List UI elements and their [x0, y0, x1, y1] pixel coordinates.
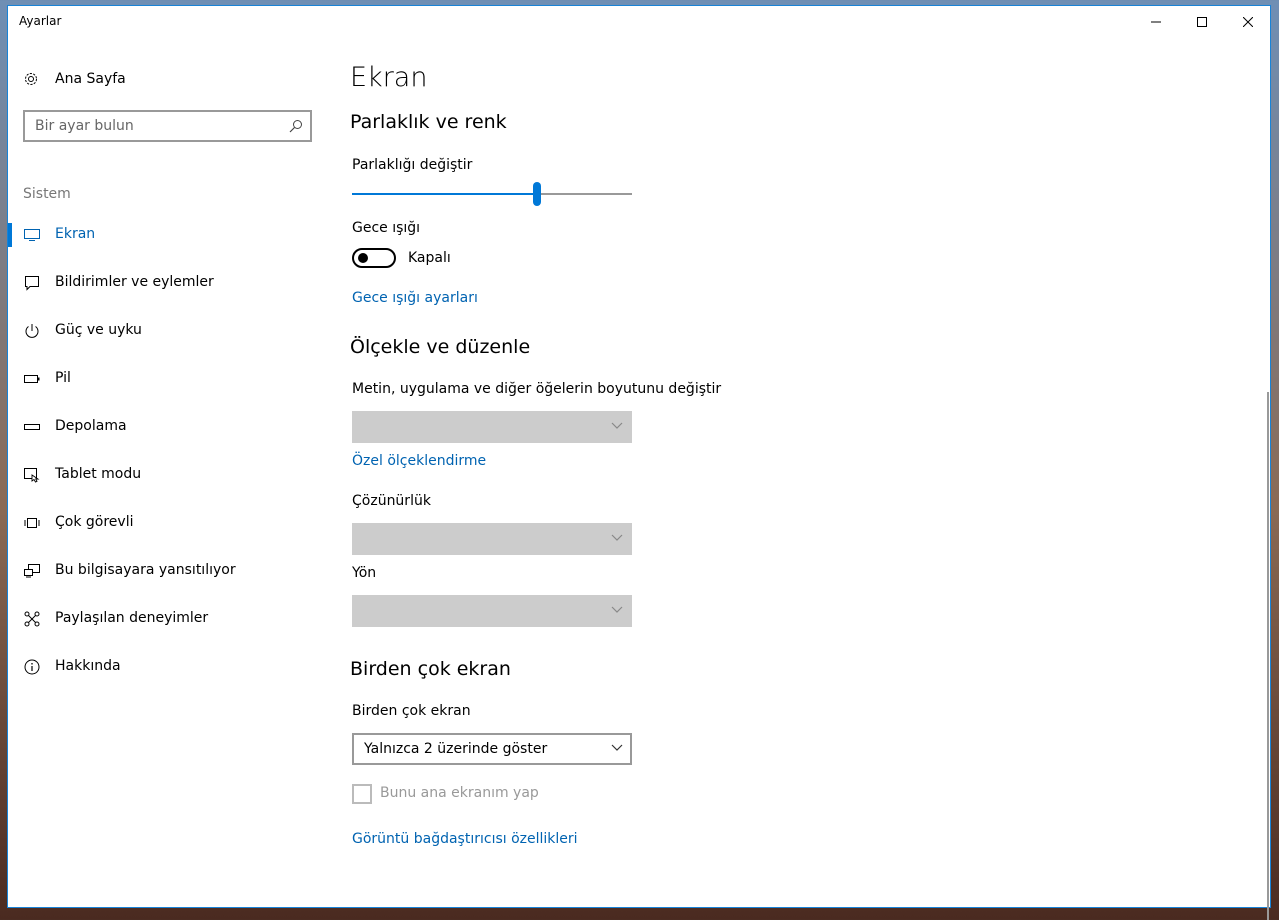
sidebar-item-label: Bu bilgisayara yansıtılıyor [55, 562, 236, 578]
sidebar-item-tablet-mode[interactable]: Tablet modu [8, 451, 328, 499]
night-light-toggle[interactable] [352, 248, 396, 268]
sidebar-item-battery[interactable]: Pil [8, 355, 328, 403]
slider-thumb[interactable] [532, 182, 541, 206]
brightness-label: Parlaklığı değiştir [352, 157, 473, 173]
sidebar-item-label: Hakkında [55, 658, 121, 674]
sidebar-item-notifications[interactable]: Bildirimler ve eylemler [8, 259, 328, 307]
chevron-down-icon [611, 744, 623, 751]
power-icon [24, 323, 40, 339]
window-title: Ayarlar [19, 14, 62, 28]
sidebar-item-shared-experiences[interactable]: Paylaşılan deneyimler [8, 595, 328, 643]
gear-icon [25, 73, 37, 85]
brightness-heading: Parlaklık ve renk [350, 111, 507, 133]
title-bar: Ayarlar [8, 6, 1270, 37]
search-icon [289, 120, 302, 133]
sidebar-item-label: Depolama [55, 418, 127, 434]
sidebar-item-label: Çok görevli [55, 514, 134, 530]
night-light-state: Kapalı [408, 250, 451, 266]
search-placeholder: Bir ayar bulun [35, 118, 134, 134]
multi-display-heading: Birden çok ekran [350, 658, 511, 680]
shared-experiences-icon [24, 611, 40, 627]
storage-icon [24, 419, 40, 435]
chevron-down-icon [611, 422, 623, 429]
resolution-dropdown[interactable] [352, 523, 632, 555]
home-link[interactable]: Ana Sayfa [23, 69, 126, 89]
maximize-button[interactable] [1179, 6, 1225, 37]
sidebar: Ana Sayfa Bir ayar bulun Sistem Ekran Bi… [8, 37, 328, 907]
chevron-down-icon [611, 606, 623, 613]
chevron-down-icon [611, 534, 623, 541]
info-icon [24, 659, 40, 675]
scale-size-dropdown[interactable] [352, 411, 632, 443]
sidebar-item-label: Güç ve uyku [55, 322, 142, 338]
toggle-knob [358, 253, 368, 263]
scale-heading: Ölçekle ve düzenle [350, 336, 531, 358]
slider-fill [352, 193, 537, 195]
orientation-dropdown[interactable] [352, 595, 632, 627]
resolution-label: Çözünürlük [352, 493, 431, 509]
main-display-checkbox[interactable] [352, 784, 372, 804]
multi-display-dropdown[interactable]: Yalnızca 2 üzerinde göster [352, 733, 632, 765]
minimize-icon [1151, 21, 1161, 22]
display-adapter-properties-link[interactable]: Görüntü bağdaştırıcısı özellikleri [352, 831, 578, 847]
settings-window: Ayarlar Ana Sayfa Bir ayar bulun Sistem [7, 5, 1271, 920]
sidebar-item-power[interactable]: Güç ve uyku [8, 307, 328, 355]
sidebar-item-label: Ekran [55, 226, 96, 242]
home-label: Ana Sayfa [55, 71, 126, 87]
sidebar-item-storage[interactable]: Depolama [8, 403, 328, 451]
page-title: Ekran [350, 62, 428, 93]
multi-display-selected: Yalnızca 2 üzerinde göster [364, 741, 548, 757]
maximize-icon [1197, 16, 1207, 27]
monitor-icon [24, 227, 40, 243]
main-content: Ekran Parlaklık ve renk Parlaklığı değiş… [328, 37, 1270, 920]
night-light-settings-link[interactable]: Gece ışığı ayarları [352, 290, 478, 306]
sidebar-item-projecting[interactable]: Bu bilgisayara yansıtılıyor [8, 547, 328, 595]
sidebar-item-multitasking[interactable]: Çok görevli [8, 499, 328, 547]
multitasking-icon [24, 515, 40, 531]
close-button[interactable] [1225, 6, 1271, 37]
minimize-button[interactable] [1133, 6, 1179, 37]
tablet-mode-icon [24, 467, 40, 483]
notification-icon [24, 275, 40, 291]
close-icon [1243, 16, 1253, 27]
orientation-label: Yön [352, 565, 377, 581]
scrollbar[interactable] [1267, 392, 1269, 920]
custom-scaling-link[interactable]: Özel ölçeklendirme [352, 453, 486, 469]
brightness-slider[interactable] [352, 182, 632, 206]
sidebar-item-label: Paylaşılan deneyimler [55, 610, 209, 626]
projecting-icon [24, 563, 40, 579]
sidebar-item-label: Tablet modu [55, 466, 142, 482]
sidebar-item-about[interactable]: Hakkında [8, 643, 328, 691]
main-display-checkbox-label: Bunu ana ekranım yap [380, 785, 539, 801]
multi-display-label: Birden çok ekran [352, 703, 471, 719]
sidebar-item-label: Pil [55, 370, 71, 386]
search-input[interactable]: Bir ayar bulun [23, 110, 312, 142]
sidebar-item-label: Bildirimler ve eylemler [55, 274, 214, 290]
section-label-system: Sistem [23, 186, 71, 202]
sidebar-item-ekran[interactable]: Ekran [8, 211, 328, 259]
night-light-label: Gece ışığı [352, 220, 421, 236]
battery-icon [24, 371, 40, 387]
scale-size-label: Metin, uygulama ve diğer öğelerin boyutu… [352, 381, 722, 397]
